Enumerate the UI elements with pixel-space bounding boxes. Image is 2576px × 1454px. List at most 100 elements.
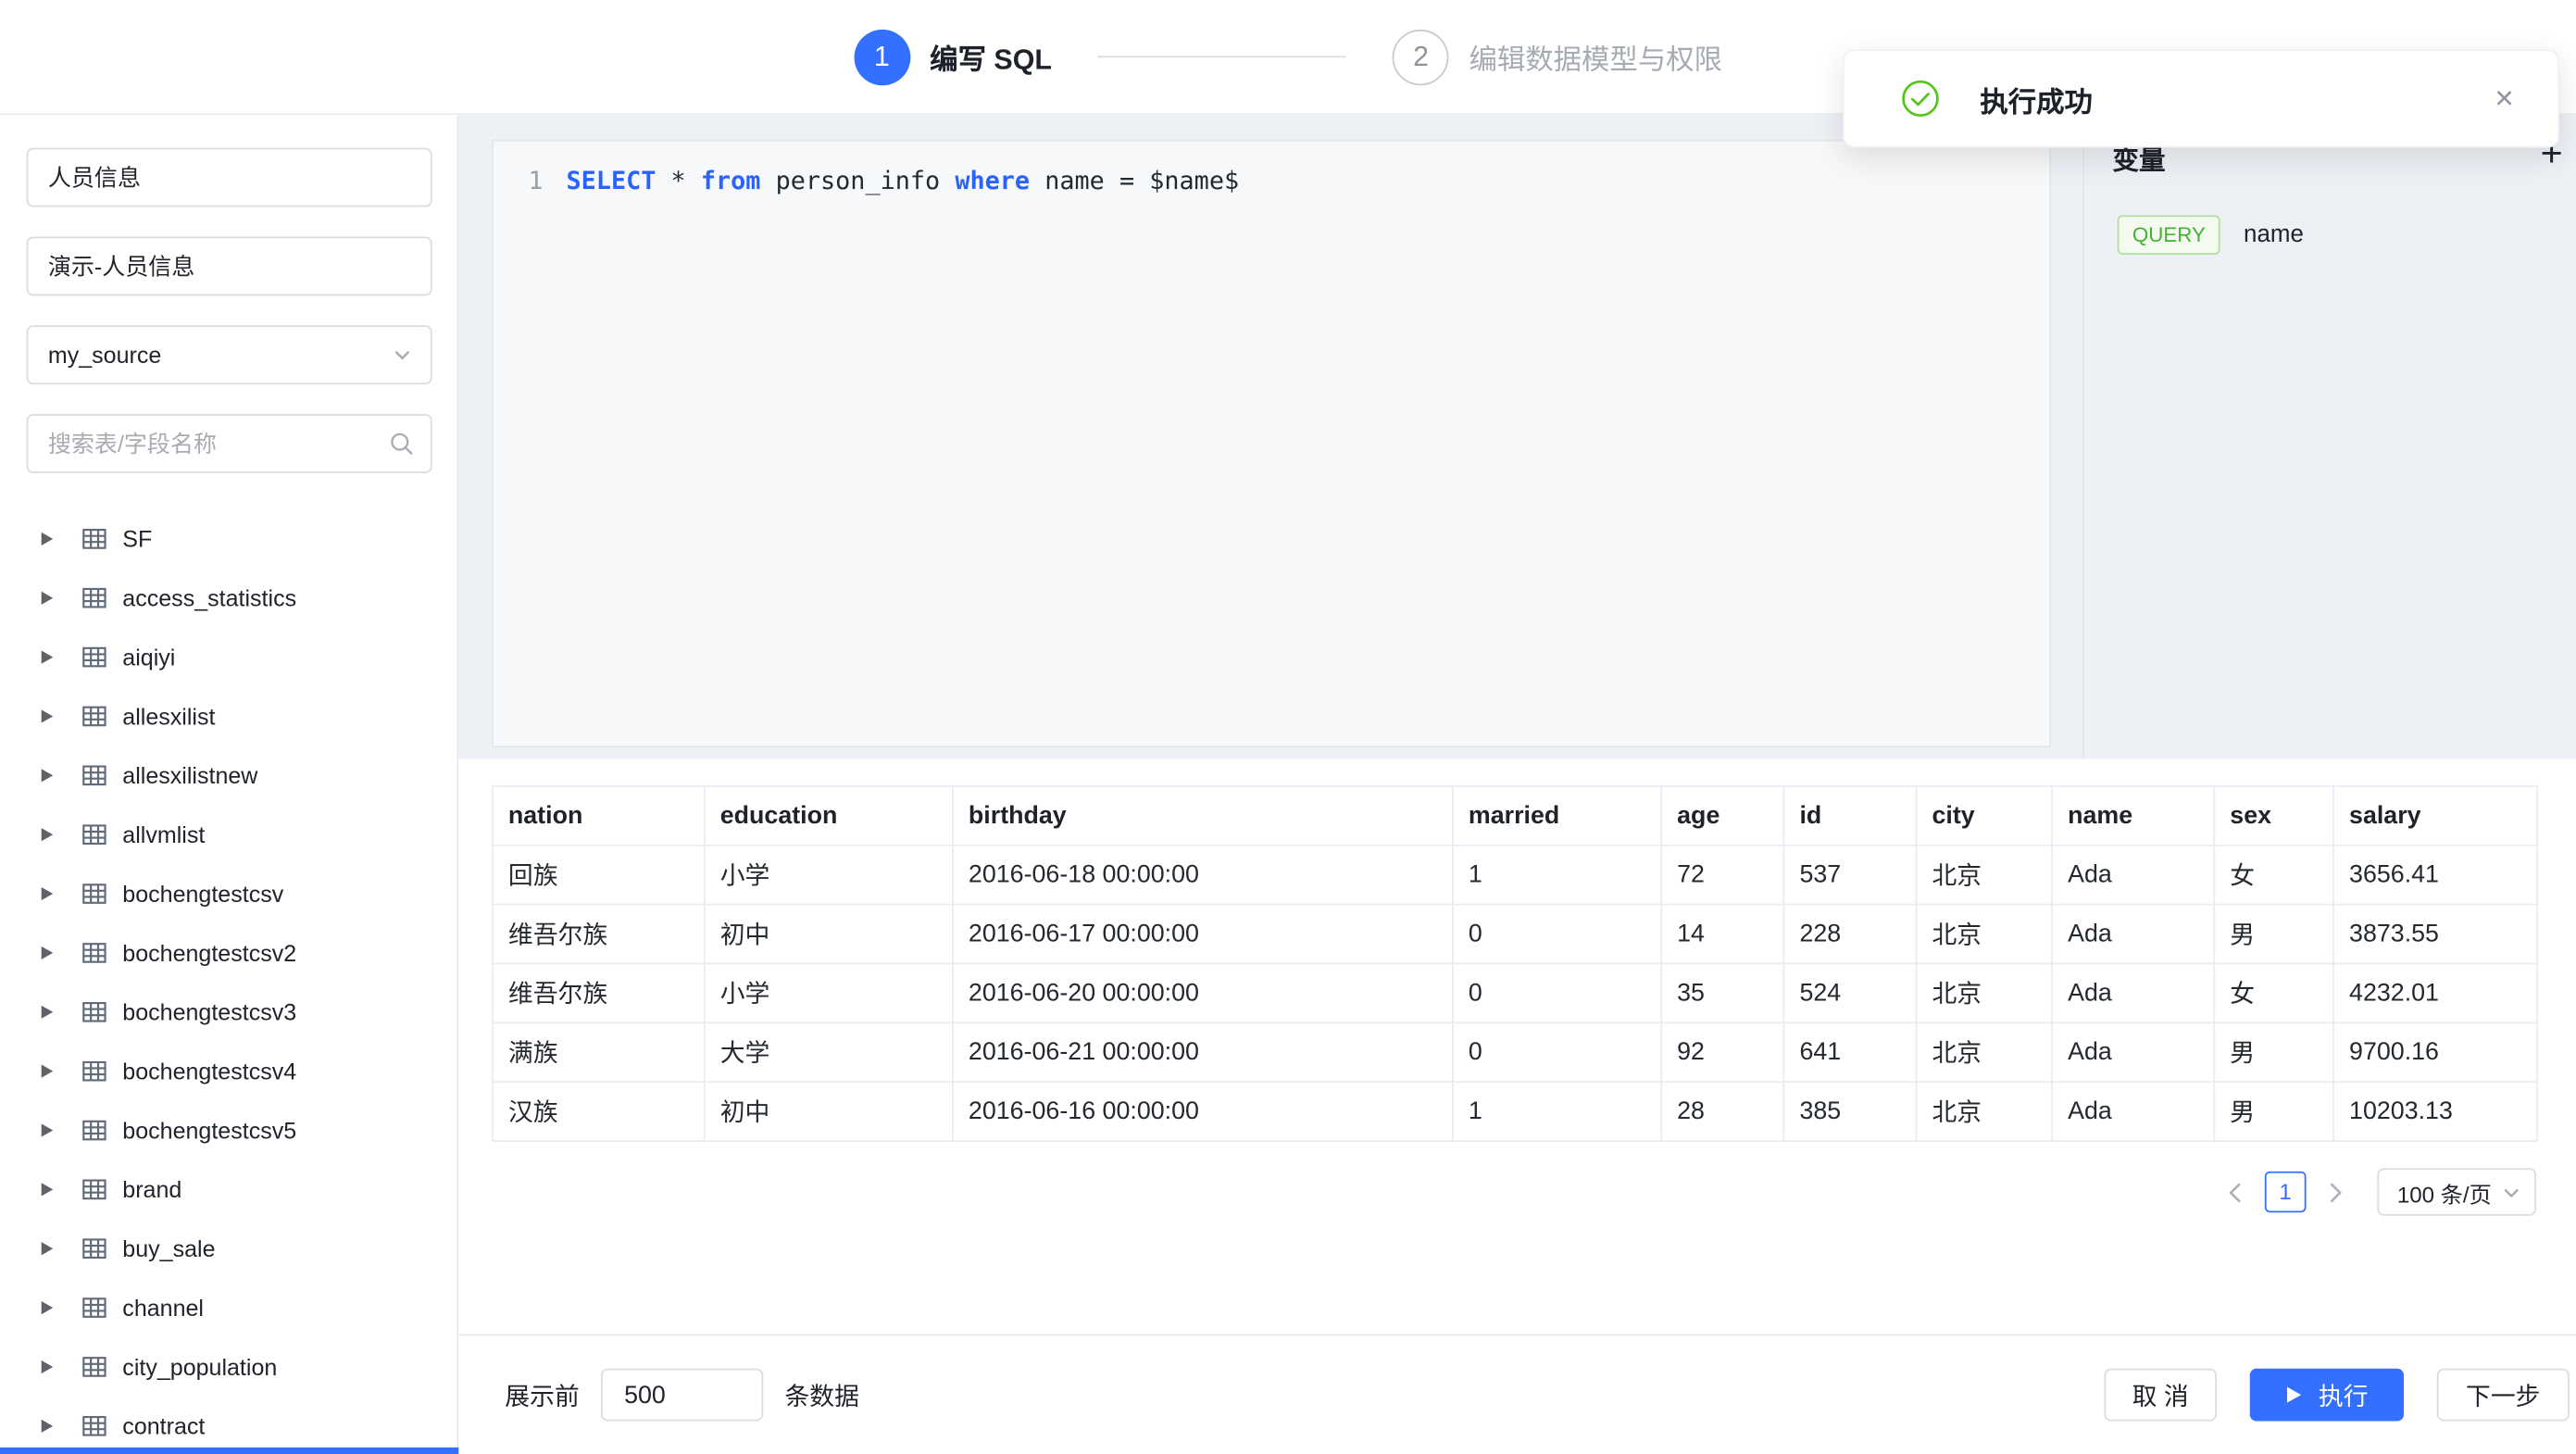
tree-item-bochengtestcsv4[interactable]: bochengtestcsv4 [27,1042,432,1101]
line-number: 1 [528,163,543,199]
page-size-select[interactable]: 100 条/页 [2377,1168,2536,1215]
table-icon [81,821,108,847]
table-cell: 2016-06-20 00:00:00 [953,963,1453,1022]
table-cell: 北京 [1916,1022,2052,1082]
expand-caret-icon[interactable] [42,1006,54,1019]
expand-caret-icon[interactable] [42,887,54,900]
table-cell: 男 [2214,1082,2333,1141]
expand-caret-icon[interactable] [42,946,54,959]
sql-editor[interactable]: 1 SELECT * from person_info where name =… [492,140,2051,747]
expand-caret-icon[interactable] [42,1065,54,1078]
table-cell: 0 [1453,1022,1661,1082]
table-cell: 北京 [1916,905,2052,964]
table-cell: 2016-06-18 00:00:00 [953,846,1453,905]
tree-item-label: bochengtestcsv2 [122,940,296,966]
expand-caret-icon[interactable] [42,769,54,782]
step-1-label: 编写 SQL [930,36,1052,77]
cancel-button[interactable]: 取 消 [2104,1369,2217,1422]
tree-item-label: bochengtestcsv3 [122,999,296,1025]
table-row: 满族大学2016-06-21 00:00:00092641北京Ada男9700.… [493,1022,2537,1082]
tree-item-label: bochengtestcsv5 [122,1117,296,1143]
table-cell: 28 [1661,1082,1783,1141]
table-cell: 35 [1661,963,1783,1022]
table-row: 维吾尔族初中2016-06-17 00:00:00014228北京Ada男387… [493,905,2537,964]
sidebar-scrollbar[interactable] [0,1448,458,1454]
expand-caret-icon[interactable] [42,828,54,841]
step-2-edit-model[interactable]: 2 编辑数据模型与权限 [1393,29,1722,84]
tree-item-bochengtestcsv3[interactable]: bochengtestcsv3 [27,983,432,1042]
table-cell: 0 [1453,905,1661,964]
expand-caret-icon[interactable] [42,592,54,605]
tree-item-allesxilistnew[interactable]: allesxilistnew [27,746,432,805]
prev-page-button[interactable] [2220,1172,2250,1212]
expand-caret-icon[interactable] [42,1123,54,1136]
table-cell: Ada [2052,905,2214,964]
row-limit-suffix-label: 条数据 [784,1377,858,1411]
editor-section: 1 SELECT * from person_info where name =… [458,115,2576,758]
table-cell: 3873.55 [2333,905,2537,964]
expand-caret-icon[interactable] [42,651,54,664]
success-check-icon [1901,79,1941,119]
table-cell: 537 [1783,846,1916,905]
step-1-write-sql[interactable]: 1 编写 SQL [854,29,1052,84]
expand-caret-icon[interactable] [42,533,54,545]
next-page-button[interactable] [2321,1172,2351,1212]
tree-item-bochengtestcsv[interactable]: bochengtestcsv [27,864,432,923]
tree-item-allvmlist[interactable]: allvmlist [27,805,432,864]
tree-item-city_population[interactable]: city_population [27,1337,432,1397]
table-icon [81,703,108,729]
footer-actions: 取 消 执行 下一步 [2104,1369,2569,1422]
search-icon [389,432,414,457]
tree-item-aiqiyi[interactable]: aiqiyi [27,628,432,687]
table-cell: 385 [1783,1082,1916,1141]
toast-close-icon[interactable]: ✕ [2494,83,2514,113]
tree-item-bochengtestcsv2[interactable]: bochengtestcsv2 [27,923,432,983]
table-cell: 北京 [1916,963,2052,1022]
datasource-select[interactable]: my_source [27,325,432,384]
expand-caret-icon[interactable] [42,709,54,722]
dataset-sql-editor-page: 1 编写 SQL 2 编辑数据模型与权限 my_source SF [0,0,2576,1454]
table-cell: 大学 [705,1022,953,1082]
tree-item-brand[interactable]: brand [27,1159,432,1219]
table-search-input[interactable] [27,414,432,473]
table-cell: 小学 [705,846,953,905]
table-cell: 4232.01 [2333,963,2537,1022]
execute-button[interactable]: 执行 [2250,1369,2404,1422]
expand-caret-icon[interactable] [42,1183,54,1196]
tree-item-channel[interactable]: channel [27,1278,432,1337]
row-limit-input[interactable] [601,1369,763,1422]
sql-code: SELECT * from person_info where name = $… [567,163,1240,199]
table-cell: 0 [1453,963,1661,1022]
expand-caret-icon[interactable] [42,1242,54,1255]
toast-message: 执行成功 [1980,78,2093,119]
results-header-row: nationeducationbirthdaymarriedageidcityn… [493,786,2537,846]
tree-item-contract[interactable]: contract [27,1397,432,1454]
step-1-circle: 1 [854,29,910,84]
expand-caret-icon[interactable] [42,1420,54,1433]
dataset-name-input[interactable] [27,148,432,207]
tree-item-SF[interactable]: SF [27,509,432,569]
tree-item-bochengtestcsv5[interactable]: bochengtestcsv5 [27,1101,432,1160]
variable-item[interactable]: QUERY name [2118,215,2576,255]
table-icon [81,644,108,670]
current-page-button[interactable]: 1 [2265,1172,2307,1212]
table-cell: 汉族 [493,1082,705,1141]
table-cell: Ada [2052,1082,2214,1141]
tree-item-buy_sale[interactable]: buy_sale [27,1219,432,1278]
tree-item-allesxilist[interactable]: allesxilist [27,687,432,746]
tree-item-access_statistics[interactable]: access_statistics [27,569,432,628]
tree-item-label: brand [122,1176,181,1202]
table-cell: 9700.16 [2333,1022,2537,1082]
table-cell: Ada [2052,846,2214,905]
sql-token-keyword: where [955,166,1030,195]
table-tree: SF access_statistics aiqiyi allesxilist … [27,509,432,1454]
next-step-button[interactable]: 下一步 [2437,1369,2570,1422]
chevron-left-icon [2228,1182,2241,1201]
table-icon [81,1117,108,1143]
chevron-down-icon [393,345,412,365]
results-body: 回族小学2016-06-18 00:00:00172537北京Ada女3656.… [493,846,2537,1141]
expand-caret-icon[interactable] [42,1301,54,1314]
dataset-display-name-input[interactable] [27,236,432,295]
expand-caret-icon[interactable] [42,1360,54,1373]
table-cell: 1 [1453,1082,1661,1141]
